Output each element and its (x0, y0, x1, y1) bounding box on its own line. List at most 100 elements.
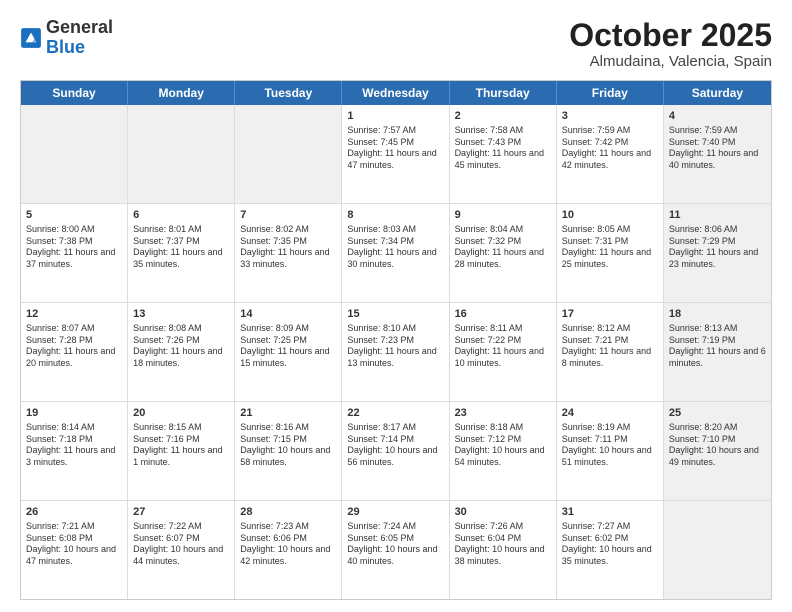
page: General Blue October 2025 Almudaina, Val… (0, 0, 792, 612)
calendar-body: 1Sunrise: 7:57 AM Sunset: 7:45 PM Daylig… (21, 105, 771, 599)
calendar-cell: 8Sunrise: 8:03 AM Sunset: 7:34 PM Daylig… (342, 204, 449, 302)
header-cell-tuesday: Tuesday (235, 81, 342, 105)
calendar-row: 1Sunrise: 7:57 AM Sunset: 7:45 PM Daylig… (21, 105, 771, 204)
header: General Blue October 2025 Almudaina, Val… (20, 18, 772, 70)
day-number: 1 (347, 109, 443, 124)
day-number: 9 (455, 208, 551, 223)
day-number: 29 (347, 505, 443, 520)
day-info: Sunrise: 7:26 AM Sunset: 6:04 PM Dayligh… (455, 521, 551, 568)
day-number: 14 (240, 307, 336, 322)
day-info: Sunrise: 8:07 AM Sunset: 7:28 PM Dayligh… (26, 323, 122, 370)
calendar-header: SundayMondayTuesdayWednesdayThursdayFrid… (21, 81, 771, 105)
day-info: Sunrise: 8:04 AM Sunset: 7:32 PM Dayligh… (455, 224, 551, 271)
day-info: Sunrise: 8:15 AM Sunset: 7:16 PM Dayligh… (133, 422, 229, 469)
day-info: Sunrise: 8:01 AM Sunset: 7:37 PM Dayligh… (133, 224, 229, 271)
calendar-cell: 15Sunrise: 8:10 AM Sunset: 7:23 PM Dayli… (342, 303, 449, 401)
calendar-cell: 22Sunrise: 8:17 AM Sunset: 7:14 PM Dayli… (342, 402, 449, 500)
calendar-cell: 29Sunrise: 7:24 AM Sunset: 6:05 PM Dayli… (342, 501, 449, 599)
calendar-row: 5Sunrise: 8:00 AM Sunset: 7:38 PM Daylig… (21, 204, 771, 303)
calendar-cell: 11Sunrise: 8:06 AM Sunset: 7:29 PM Dayli… (664, 204, 771, 302)
calendar-cell (128, 105, 235, 203)
calendar-cell: 3Sunrise: 7:59 AM Sunset: 7:42 PM Daylig… (557, 105, 664, 203)
day-number: 4 (669, 109, 766, 124)
day-number: 16 (455, 307, 551, 322)
calendar-cell: 24Sunrise: 8:19 AM Sunset: 7:11 PM Dayli… (557, 402, 664, 500)
day-number: 21 (240, 406, 336, 421)
day-info: Sunrise: 8:20 AM Sunset: 7:10 PM Dayligh… (669, 422, 766, 469)
calendar-cell: 20Sunrise: 8:15 AM Sunset: 7:16 PM Dayli… (128, 402, 235, 500)
day-info: Sunrise: 8:16 AM Sunset: 7:15 PM Dayligh… (240, 422, 336, 469)
day-info: Sunrise: 8:06 AM Sunset: 7:29 PM Dayligh… (669, 224, 766, 271)
day-number: 17 (562, 307, 658, 322)
calendar-cell (235, 105, 342, 203)
day-info: Sunrise: 7:57 AM Sunset: 7:45 PM Dayligh… (347, 125, 443, 172)
day-number: 8 (347, 208, 443, 223)
calendar-cell: 23Sunrise: 8:18 AM Sunset: 7:12 PM Dayli… (450, 402, 557, 500)
calendar-cell: 14Sunrise: 8:09 AM Sunset: 7:25 PM Dayli… (235, 303, 342, 401)
header-cell-thursday: Thursday (450, 81, 557, 105)
day-info: Sunrise: 8:02 AM Sunset: 7:35 PM Dayligh… (240, 224, 336, 271)
day-info: Sunrise: 7:22 AM Sunset: 6:07 PM Dayligh… (133, 521, 229, 568)
calendar-cell: 6Sunrise: 8:01 AM Sunset: 7:37 PM Daylig… (128, 204, 235, 302)
day-info: Sunrise: 8:10 AM Sunset: 7:23 PM Dayligh… (347, 323, 443, 370)
calendar-cell: 12Sunrise: 8:07 AM Sunset: 7:28 PM Dayli… (21, 303, 128, 401)
logo-text: General Blue (46, 18, 113, 58)
day-number: 30 (455, 505, 551, 520)
day-info: Sunrise: 7:27 AM Sunset: 6:02 PM Dayligh… (562, 521, 658, 568)
calendar-cell (664, 501, 771, 599)
day-number: 23 (455, 406, 551, 421)
calendar-cell: 31Sunrise: 7:27 AM Sunset: 6:02 PM Dayli… (557, 501, 664, 599)
day-number: 24 (562, 406, 658, 421)
day-number: 18 (669, 307, 766, 322)
calendar-cell: 30Sunrise: 7:26 AM Sunset: 6:04 PM Dayli… (450, 501, 557, 599)
logo-general: General (46, 17, 113, 37)
day-number: 5 (26, 208, 122, 223)
day-info: Sunrise: 8:00 AM Sunset: 7:38 PM Dayligh… (26, 224, 122, 271)
day-info: Sunrise: 8:05 AM Sunset: 7:31 PM Dayligh… (562, 224, 658, 271)
header-cell-wednesday: Wednesday (342, 81, 449, 105)
calendar-cell: 10Sunrise: 8:05 AM Sunset: 7:31 PM Dayli… (557, 204, 664, 302)
day-number: 11 (669, 208, 766, 223)
calendar: SundayMondayTuesdayWednesdayThursdayFrid… (20, 80, 772, 600)
day-number: 12 (26, 307, 122, 322)
title-block: October 2025 Almudaina, Valencia, Spain (569, 18, 772, 70)
calendar-cell: 21Sunrise: 8:16 AM Sunset: 7:15 PM Dayli… (235, 402, 342, 500)
day-number: 15 (347, 307, 443, 322)
day-number: 10 (562, 208, 658, 223)
calendar-row: 12Sunrise: 8:07 AM Sunset: 7:28 PM Dayli… (21, 303, 771, 402)
day-number: 2 (455, 109, 551, 124)
day-number: 31 (562, 505, 658, 520)
day-info: Sunrise: 8:03 AM Sunset: 7:34 PM Dayligh… (347, 224, 443, 271)
calendar-cell: 7Sunrise: 8:02 AM Sunset: 7:35 PM Daylig… (235, 204, 342, 302)
calendar-cell: 18Sunrise: 8:13 AM Sunset: 7:19 PM Dayli… (664, 303, 771, 401)
day-info: Sunrise: 8:12 AM Sunset: 7:21 PM Dayligh… (562, 323, 658, 370)
logo: General Blue (20, 18, 113, 58)
day-info: Sunrise: 8:19 AM Sunset: 7:11 PM Dayligh… (562, 422, 658, 469)
calendar-cell: 4Sunrise: 7:59 AM Sunset: 7:40 PM Daylig… (664, 105, 771, 203)
day-info: Sunrise: 8:17 AM Sunset: 7:14 PM Dayligh… (347, 422, 443, 469)
calendar-cell: 28Sunrise: 7:23 AM Sunset: 6:06 PM Dayli… (235, 501, 342, 599)
day-info: Sunrise: 8:18 AM Sunset: 7:12 PM Dayligh… (455, 422, 551, 469)
calendar-cell: 9Sunrise: 8:04 AM Sunset: 7:32 PM Daylig… (450, 204, 557, 302)
day-number: 28 (240, 505, 336, 520)
calendar-cell: 17Sunrise: 8:12 AM Sunset: 7:21 PM Dayli… (557, 303, 664, 401)
calendar-cell: 25Sunrise: 8:20 AM Sunset: 7:10 PM Dayli… (664, 402, 771, 500)
calendar-cell: 27Sunrise: 7:22 AM Sunset: 6:07 PM Dayli… (128, 501, 235, 599)
day-number: 6 (133, 208, 229, 223)
header-cell-saturday: Saturday (664, 81, 771, 105)
day-number: 13 (133, 307, 229, 322)
month-title: October 2025 (569, 18, 772, 53)
header-cell-friday: Friday (557, 81, 664, 105)
day-info: Sunrise: 7:23 AM Sunset: 6:06 PM Dayligh… (240, 521, 336, 568)
calendar-cell: 13Sunrise: 8:08 AM Sunset: 7:26 PM Dayli… (128, 303, 235, 401)
day-number: 26 (26, 505, 122, 520)
calendar-cell (21, 105, 128, 203)
calendar-cell: 1Sunrise: 7:57 AM Sunset: 7:45 PM Daylig… (342, 105, 449, 203)
day-info: Sunrise: 8:11 AM Sunset: 7:22 PM Dayligh… (455, 323, 551, 370)
header-cell-monday: Monday (128, 81, 235, 105)
calendar-row: 26Sunrise: 7:21 AM Sunset: 6:08 PM Dayli… (21, 501, 771, 599)
day-number: 27 (133, 505, 229, 520)
calendar-cell: 2Sunrise: 7:58 AM Sunset: 7:43 PM Daylig… (450, 105, 557, 203)
day-number: 22 (347, 406, 443, 421)
calendar-cell: 26Sunrise: 7:21 AM Sunset: 6:08 PM Dayli… (21, 501, 128, 599)
